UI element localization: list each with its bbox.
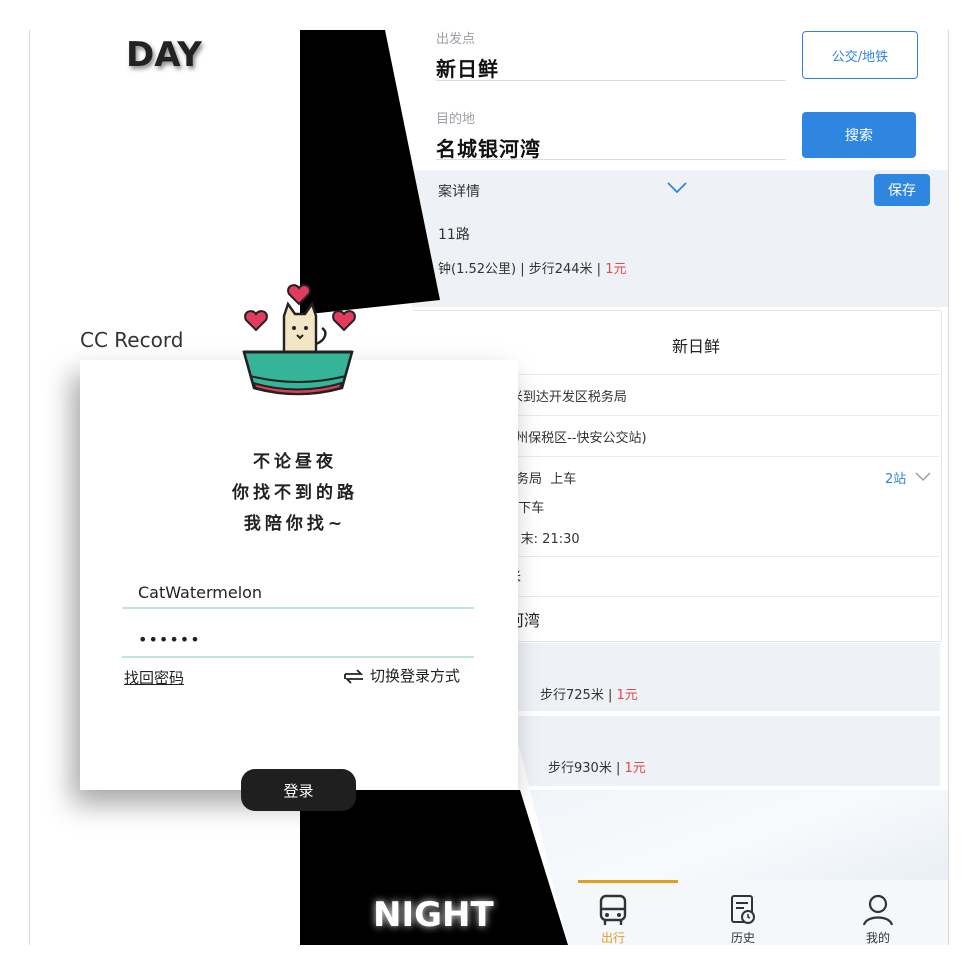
switch-login-label: 切换登录方式 <box>370 667 461 685</box>
password-underline <box>122 656 474 658</box>
slogan-line-2: 你找不到的路 <box>232 483 358 503</box>
nav-label-travel: 出行 <box>600 931 625 945</box>
switch-login-link[interactable]: 切换登录方式 <box>342 665 460 686</box>
bus-icon <box>599 894 627 925</box>
slogan-line-3: 我陪你找~ <box>243 514 347 534</box>
route1-summary: 钟(1.52公里) | 步行244米 | 1元 <box>438 262 627 277</box>
mode-button[interactable]: 公交/地铁 <box>802 31 918 79</box>
nav-active-indicator <box>578 880 678 883</box>
chevron-down-icon[interactable] <box>666 181 688 195</box>
route1-price: 1元 <box>605 262 627 277</box>
history-doc-icon <box>731 895 755 924</box>
origin-label: 出发点 <box>436 32 476 47</box>
login-card <box>80 360 518 790</box>
detail-start: 新日鲜 <box>672 337 721 356</box>
route3-price: 1元 <box>624 761 646 776</box>
night-label: NIGHT <box>373 895 494 935</box>
slogan-line-1: 不论昼夜 <box>253 452 337 472</box>
day-label: DAY <box>126 35 202 75</box>
frame-line-left <box>29 30 30 945</box>
nav-item-history[interactable]: 历史 <box>720 893 766 945</box>
destination-label: 目的地 <box>436 112 476 127</box>
destination-underline <box>436 159 786 160</box>
swap-icon <box>344 668 364 684</box>
nav-item-mine[interactable]: 我的 <box>855 893 901 945</box>
forgot-password-link[interactable]: 找回密码 <box>124 667 184 688</box>
nav-label-mine: 我的 <box>865 931 890 945</box>
app-name: CC Record <box>80 328 184 352</box>
destination-field[interactable]: 名城银河湾 <box>436 133 541 162</box>
route1-name: 11路 <box>438 227 470 243</box>
origin-underline <box>436 80 786 81</box>
cat-heart-illustration <box>242 284 356 396</box>
route2-summary: 步行725米 | 1元 <box>540 688 638 703</box>
username-underline <box>122 607 474 609</box>
password-input[interactable]: •••••• <box>138 630 201 649</box>
search-button[interactable]: 搜索 <box>802 112 916 158</box>
chevron-down-icon[interactable] <box>915 472 931 482</box>
user-icon <box>862 894 894 926</box>
route3-summary: 步行930米 | 1元 <box>548 761 646 776</box>
plan-detail-label: 案详情 <box>438 184 480 200</box>
login-button[interactable]: 登录 <box>241 769 356 811</box>
nav-label-history: 历史 <box>730 931 755 945</box>
route2-price: 1元 <box>616 688 638 703</box>
origin-field[interactable]: 新日鲜 <box>436 53 499 82</box>
save-button[interactable]: 保存 <box>874 174 930 206</box>
username-input[interactable]: CatWatermelon <box>138 583 262 602</box>
nav-item-travel[interactable]: 出行 <box>590 893 636 945</box>
frame-line-right <box>948 30 949 945</box>
stops-count[interactable]: 2站 <box>885 468 906 487</box>
